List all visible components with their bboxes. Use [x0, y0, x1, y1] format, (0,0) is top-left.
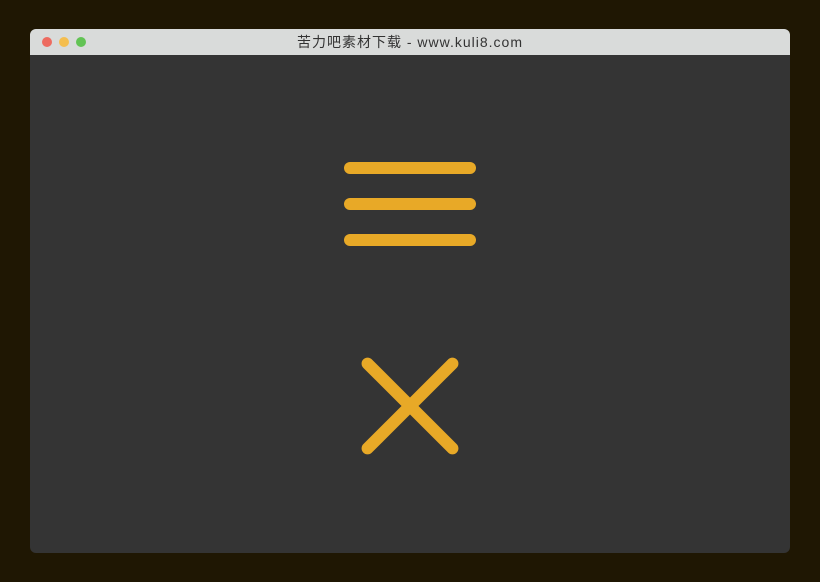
- minimize-window-button[interactable]: [59, 37, 69, 47]
- hamburger-line: [344, 234, 476, 246]
- close-window-button[interactable]: [42, 37, 52, 47]
- hamburger-line: [344, 162, 476, 174]
- traffic-lights: [30, 37, 86, 47]
- window-title: 苦力吧素材下载 - www.kuli8.com: [30, 32, 790, 52]
- app-window: 苦力吧素材下载 - www.kuli8.com: [30, 29, 790, 553]
- maximize-window-button[interactable]: [76, 37, 86, 47]
- close-x-icon[interactable]: [360, 356, 460, 456]
- titlebar: 苦力吧素材下载 - www.kuli8.com: [30, 29, 790, 55]
- content-area: [30, 55, 790, 553]
- hamburger-menu-icon[interactable]: [344, 162, 476, 246]
- hamburger-line: [344, 198, 476, 210]
